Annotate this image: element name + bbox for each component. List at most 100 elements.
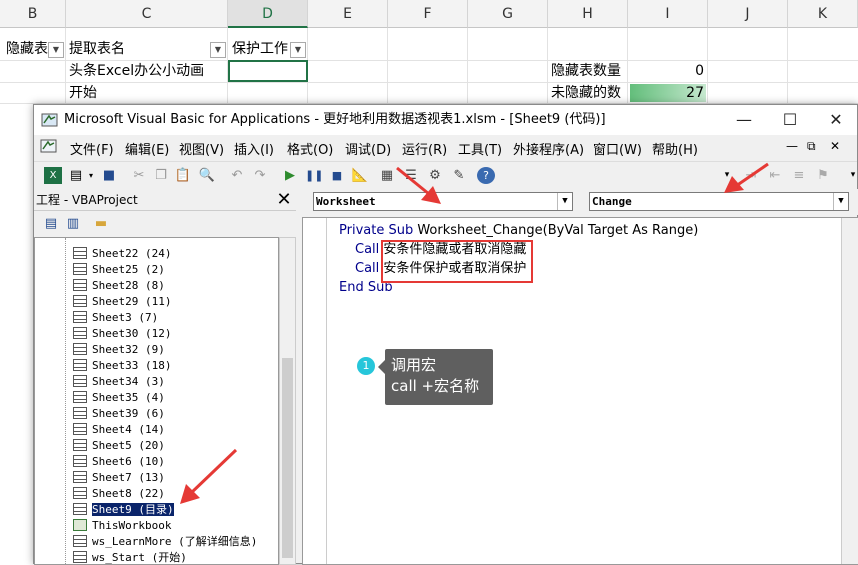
minimize-button[interactable]: —: [721, 105, 767, 135]
maximize-button[interactable]: ☐: [767, 105, 813, 135]
menu-view[interactable]: 视图(V): [179, 139, 224, 158]
help-icon[interactable]: ?: [477, 167, 495, 184]
menu-addins[interactable]: 外接程序(A): [513, 139, 584, 158]
find-icon[interactable]: 🔍: [198, 167, 216, 184]
selected-cell-d2[interactable]: [228, 60, 308, 82]
column-header-b[interactable]: B: [0, 0, 66, 28]
sheet-icon: [73, 439, 87, 451]
menu-debug[interactable]: 调试(D): [345, 139, 391, 158]
code-scrollbar[interactable]: [841, 218, 858, 564]
menu-tools[interactable]: 工具(T): [458, 139, 502, 158]
chevron-down-icon[interactable]: ▼: [557, 193, 572, 210]
cell-h2[interactable]: 隐藏表数量: [551, 61, 621, 81]
toolbox-icon[interactable]: ✎: [450, 167, 468, 184]
cell-d1[interactable]: 保护工作: [232, 39, 290, 59]
tree-item[interactable]: Sheet7 (13): [73, 470, 165, 486]
column-header-c[interactable]: C: [66, 0, 228, 28]
grid-line: [0, 82, 858, 83]
vba-module-icon[interactable]: [40, 138, 57, 154]
menu-file[interactable]: 文件(F): [70, 139, 114, 158]
bookmark-icon[interactable]: ⚑: [814, 167, 832, 184]
procedure-combo[interactable]: Change ▼: [589, 192, 849, 211]
tree-item[interactable]: Sheet22 (24): [73, 246, 171, 262]
cell-i2[interactable]: 0: [630, 61, 704, 81]
column-header-k[interactable]: K: [788, 0, 858, 28]
chevron-down-icon[interactable]: ▼: [833, 193, 848, 210]
column-header-g[interactable]: G: [468, 0, 548, 28]
break-icon[interactable]: ❚❚: [305, 167, 323, 184]
column-header-e[interactable]: E: [308, 0, 388, 28]
tree-item[interactable]: Sheet6 (10): [73, 454, 165, 470]
filter-dropdown-b[interactable]: ▼: [48, 42, 64, 58]
tree-item[interactable]: Sheet29 (11): [73, 294, 171, 310]
run-icon[interactable]: ▶: [281, 167, 299, 184]
tree-item[interactable]: Sheet32 (9): [73, 342, 165, 358]
callout-box: 调用宏 call +宏名称: [385, 349, 493, 405]
menu-run[interactable]: 运行(R): [402, 139, 447, 158]
toolbar-overflow-icon-2[interactable]: ▾: [844, 167, 858, 184]
tree-item[interactable]: Sheet35 (4): [73, 390, 165, 406]
title-bar[interactable]: Microsoft Visual Basic for Applications …: [34, 105, 857, 135]
cell-c1[interactable]: 提取表名: [69, 39, 125, 59]
menu-edit[interactable]: 编辑(E): [125, 139, 169, 158]
vba-app-icon: [41, 113, 58, 127]
column-header-d[interactable]: D: [228, 0, 308, 28]
undo-icon[interactable]: ↶: [228, 167, 246, 184]
toggle-folders-icon[interactable]: ▬: [92, 215, 110, 232]
tree-item[interactable]: ws_Start (开始): [73, 550, 187, 564]
column-header-j[interactable]: J: [708, 0, 788, 28]
tree-item[interactable]: Sheet33 (18): [73, 358, 171, 374]
cut-icon[interactable]: ✂: [130, 167, 148, 184]
menu-format[interactable]: 格式(O): [287, 139, 333, 158]
tree-item[interactable]: Sheet39 (6): [73, 406, 165, 422]
tree-item[interactable]: Sheet3 (7): [73, 310, 158, 326]
tree-item[interactable]: Sheet9 (目录): [73, 502, 174, 518]
tree-item[interactable]: Sheet4 (14): [73, 422, 165, 438]
filter-dropdown-c[interactable]: ▼: [210, 42, 226, 58]
doc-close-button[interactable]: ✕: [830, 139, 840, 153]
close-button[interactable]: ✕: [813, 105, 858, 135]
column-header-h[interactable]: H: [548, 0, 628, 28]
code-margin[interactable]: [303, 218, 327, 564]
view-excel-icon[interactable]: X: [44, 167, 62, 184]
doc-restore-button[interactable]: ⧉: [807, 139, 816, 154]
cell-i3[interactable]: 27: [630, 83, 704, 103]
project-scrollbar-thumb[interactable]: [282, 358, 293, 558]
tree-item[interactable]: ws_LearnMore (了解详细信息): [73, 534, 257, 550]
project-panel-close-button[interactable]: ✕: [274, 191, 294, 209]
save-icon[interactable]: ■: [100, 167, 118, 184]
menu-help[interactable]: 帮助(H): [652, 139, 698, 158]
tree-item[interactable]: Sheet8 (22): [73, 486, 165, 502]
view-code-icon[interactable]: ▤: [42, 215, 60, 232]
cell-b1[interactable]: 隐藏表: [0, 39, 48, 59]
project-explorer-icon[interactable]: ▦: [378, 167, 396, 184]
menu-window[interactable]: 窗口(W): [593, 139, 642, 158]
cell-h3[interactable]: 未隐藏的数: [551, 83, 621, 103]
view-object-icon[interactable]: ▥: [64, 215, 82, 232]
column-header-i[interactable]: I: [628, 0, 708, 28]
tree-item[interactable]: ThisWorkbook: [73, 518, 171, 534]
tree-item[interactable]: Sheet28 (8): [73, 278, 165, 294]
tree-item[interactable]: Sheet30 (12): [73, 326, 171, 342]
column-header-f[interactable]: F: [388, 0, 468, 28]
project-scrollbar[interactable]: [279, 237, 296, 565]
sheet-icon: [73, 295, 87, 307]
design-mode-icon[interactable]: 📐: [351, 167, 369, 184]
paste-icon[interactable]: 📋: [174, 167, 192, 184]
tree-item[interactable]: Sheet5 (20): [73, 438, 165, 454]
sheet-icon: [73, 455, 87, 467]
tree-item[interactable]: Sheet25 (2): [73, 262, 165, 278]
reset-icon[interactable]: ■: [328, 167, 346, 184]
code-line-1[interactable]: Private Sub Worksheet_Change(ByVal Targe…: [339, 221, 698, 240]
copy-icon[interactable]: ❐: [152, 167, 170, 184]
redo-icon[interactable]: ↷: [251, 167, 269, 184]
menu-insert[interactable]: 插入(I): [234, 139, 274, 158]
tree-item-label: Sheet30 (12): [92, 327, 172, 340]
cell-c2[interactable]: 头条Excel办公小动画: [69, 61, 204, 81]
filter-dropdown-d[interactable]: ▼: [290, 42, 306, 58]
tree-item[interactable]: Sheet34 (3): [73, 374, 165, 390]
doc-minimize-button[interactable]: —: [786, 139, 798, 153]
insert-dropdown-icon[interactable]: ▾: [82, 167, 100, 184]
cell-c3[interactable]: 开始: [69, 83, 97, 103]
comment-block-icon[interactable]: ≡: [790, 167, 808, 184]
